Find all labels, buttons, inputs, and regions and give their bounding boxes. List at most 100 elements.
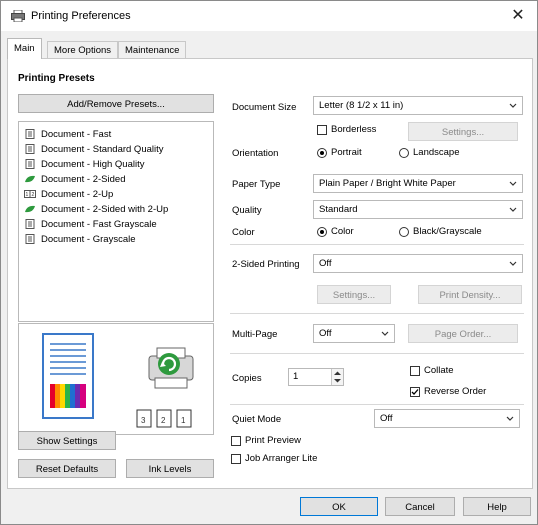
two-sided-printing-label: 2-Sided Printing [232, 259, 300, 270]
spin-arrows-icon[interactable] [331, 369, 343, 385]
checkmark-icon [411, 389, 419, 395]
svg-text:1: 1 [181, 416, 186, 425]
two-sided-settings-button[interactable]: Settings... [317, 285, 391, 304]
preset-label: Document - Fast [41, 129, 112, 140]
portrait-radio[interactable] [317, 148, 327, 158]
svg-text:1: 1 [26, 192, 29, 198]
tab-more-options[interactable]: More Options [47, 41, 119, 59]
chevron-down-icon [506, 416, 514, 421]
preset-item[interactable]: 1 2 Document - 2-Up [24, 187, 113, 202]
print-density-button[interactable]: Print Density... [418, 285, 522, 304]
preset-label: Document - Fast Grayscale [41, 219, 157, 230]
printing-presets-heading: Printing Presets [18, 73, 95, 84]
chevron-down-icon [509, 181, 517, 186]
chevron-down-icon [509, 261, 517, 266]
document-size-label: Document Size [232, 102, 297, 113]
landscape-label: Landscape [413, 147, 460, 158]
printing-preferences-window: Printing Preferences ✕ Main More Options… [0, 0, 538, 525]
reverse-order-checkbox[interactable] [410, 387, 420, 397]
separator [230, 313, 524, 314]
multi-page-label: Multi-Page [232, 329, 278, 340]
grayscale-label: Black/Grayscale [413, 226, 482, 237]
preset-item[interactable]: Document - 2-Sided [24, 172, 125, 187]
preset-item[interactable]: Document - 2-Sided with 2-Up [24, 202, 168, 217]
reverse-order-label: Reverse Order [424, 386, 487, 397]
chevron-down-icon [509, 207, 517, 212]
cancel-button[interactable]: Cancel [385, 497, 455, 516]
copies-label: Copies [232, 373, 262, 384]
title-bar: Printing Preferences ✕ [1, 1, 537, 31]
tab-main[interactable]: Main [7, 38, 42, 59]
page-preview-icon [42, 333, 94, 419]
eco-icon [25, 206, 35, 213]
collate-checkbox[interactable] [410, 366, 420, 376]
quiet-mode-value: Off [380, 413, 393, 424]
color-option-label: Color [331, 226, 354, 237]
quality-select[interactable]: Standard [313, 200, 523, 219]
copies-stepper[interactable]: 1 [288, 368, 344, 386]
page-order-button[interactable]: Page Order... [408, 324, 518, 343]
preset-label: Document - Grayscale [41, 234, 136, 245]
portrait-label: Portrait [331, 147, 362, 158]
reverse-order-pages-icon: 3 2 1 [136, 409, 192, 428]
preset-list[interactable]: Document - Fast Document - Standard Qual… [18, 121, 214, 322]
svg-text:2: 2 [32, 192, 35, 198]
borderless-label: Borderless [331, 124, 377, 135]
color-radio[interactable] [317, 227, 327, 237]
document-size-value: Letter (8 1/2 x 11 in) [319, 100, 404, 111]
orientation-label: Orientation [232, 148, 279, 159]
printer-eco-icon [148, 347, 194, 389]
separator [230, 404, 524, 405]
document-icon [25, 219, 35, 230]
svg-text:3: 3 [141, 416, 146, 425]
job-arranger-lite-checkbox[interactable] [231, 454, 241, 464]
chevron-down-icon [509, 103, 517, 108]
grayscale-radio[interactable] [399, 227, 409, 237]
multi-page-value: Off [319, 328, 332, 339]
preset-item[interactable]: Document - Fast Grayscale [24, 217, 157, 232]
print-preview-checkbox[interactable] [231, 436, 241, 446]
preset-item[interactable]: Document - Fast [24, 127, 111, 142]
paper-type-label: Paper Type [232, 179, 281, 190]
preset-label: Document - High Quality [41, 159, 145, 170]
landscape-radio[interactable] [399, 148, 409, 158]
document-size-select[interactable]: Letter (8 1/2 x 11 in) [313, 96, 523, 115]
preset-label: Document - 2-Sided [41, 174, 126, 185]
reset-defaults-button[interactable]: Reset Defaults [18, 459, 116, 478]
document-icon [25, 129, 35, 140]
copies-value: 1 [293, 371, 299, 382]
borderless-checkbox[interactable] [317, 125, 327, 135]
preset-item[interactable]: Document - Grayscale [24, 232, 136, 247]
separator [230, 353, 524, 354]
paper-type-select[interactable]: Plain Paper / Bright White Paper [313, 174, 523, 193]
separator [230, 244, 524, 245]
quiet-mode-label: Quiet Mode [232, 414, 282, 425]
ok-button[interactable]: OK [300, 497, 378, 516]
svg-text:2: 2 [161, 416, 166, 425]
printer-icon [11, 10, 25, 22]
quiet-mode-select[interactable]: Off [374, 409, 520, 428]
multi-page-select[interactable]: Off [313, 324, 395, 343]
color-label: Color [232, 227, 255, 238]
close-icon: ✕ [511, 7, 525, 24]
preset-item[interactable]: Document - Standard Quality [24, 142, 164, 157]
document-icon [25, 159, 35, 170]
show-settings-button[interactable]: Show Settings [18, 431, 116, 450]
ink-levels-button[interactable]: Ink Levels [126, 459, 214, 478]
main-tab-panel: Printing Presets Add/Remove Presets... D… [7, 58, 533, 489]
preset-label: Document - 2-Up [41, 189, 114, 200]
print-preview-panel: 3 2 1 [18, 323, 214, 435]
quality-value: Standard [319, 204, 358, 215]
help-button[interactable]: Help [463, 497, 531, 516]
borderless-settings-button[interactable]: Settings... [408, 122, 518, 141]
preview-illustration: 3 2 1 [42, 333, 194, 428]
tab-maintenance[interactable]: Maintenance [118, 41, 187, 59]
add-remove-presets-button[interactable]: Add/Remove Presets... [18, 94, 214, 113]
close-button[interactable]: ✕ [507, 6, 529, 26]
paper-type-value: Plain Paper / Bright White Paper [319, 178, 456, 189]
eco-icon [25, 176, 35, 183]
two-sided-printing-select[interactable]: Off [313, 254, 523, 273]
window-title: Printing Preferences [31, 10, 131, 22]
preset-item[interactable]: Document - High Quality [24, 157, 144, 172]
document-icon [25, 144, 35, 155]
